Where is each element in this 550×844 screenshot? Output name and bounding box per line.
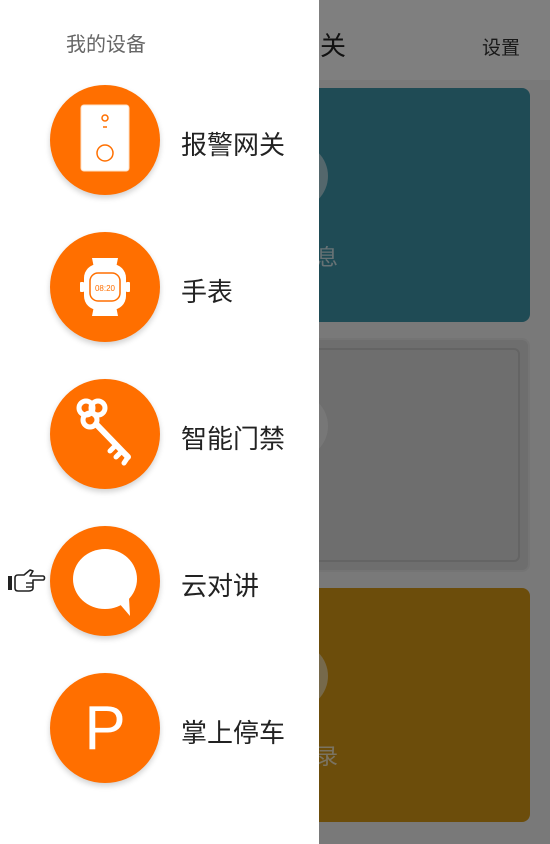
device-drawer: 我的设备 报警网关 08:20 手表 智能门禁 云对讲 P 掌上停车 — [0, 0, 319, 844]
drawer-item-smart-access[interactable]: 智能门禁 — [50, 379, 310, 489]
drawer-item-parking[interactable]: P 掌上停车 — [50, 673, 310, 783]
chat-bubble-icon — [73, 549, 137, 616]
drawer-item-label: 掌上停车 — [181, 719, 286, 749]
drawer-item-cloud-intercom[interactable]: 云对讲 — [50, 526, 310, 636]
drawer-item-label: 报警网关 — [181, 131, 286, 161]
drawer-item-alarm-gateway[interactable]: 报警网关 — [50, 85, 310, 195]
watch-time-text: 08:20 — [95, 284, 116, 293]
parking-icon: P — [84, 694, 125, 763]
pointing-hand-icon — [8, 569, 46, 592]
drawer-item-watch[interactable]: 08:20 手表 — [50, 232, 310, 342]
watch-icon: 08:20 — [80, 258, 130, 316]
drawer-item-label: 智能门禁 — [181, 425, 286, 455]
parking-glyph: P — [84, 694, 125, 763]
drawer-item-label: 云对讲 — [181, 572, 260, 602]
alarm-gateway-icon — [80, 104, 130, 172]
drawer-item-label: 手表 — [181, 278, 234, 308]
drawer-title: 我的设备 — [66, 32, 146, 56]
key-icon — [76, 398, 131, 466]
